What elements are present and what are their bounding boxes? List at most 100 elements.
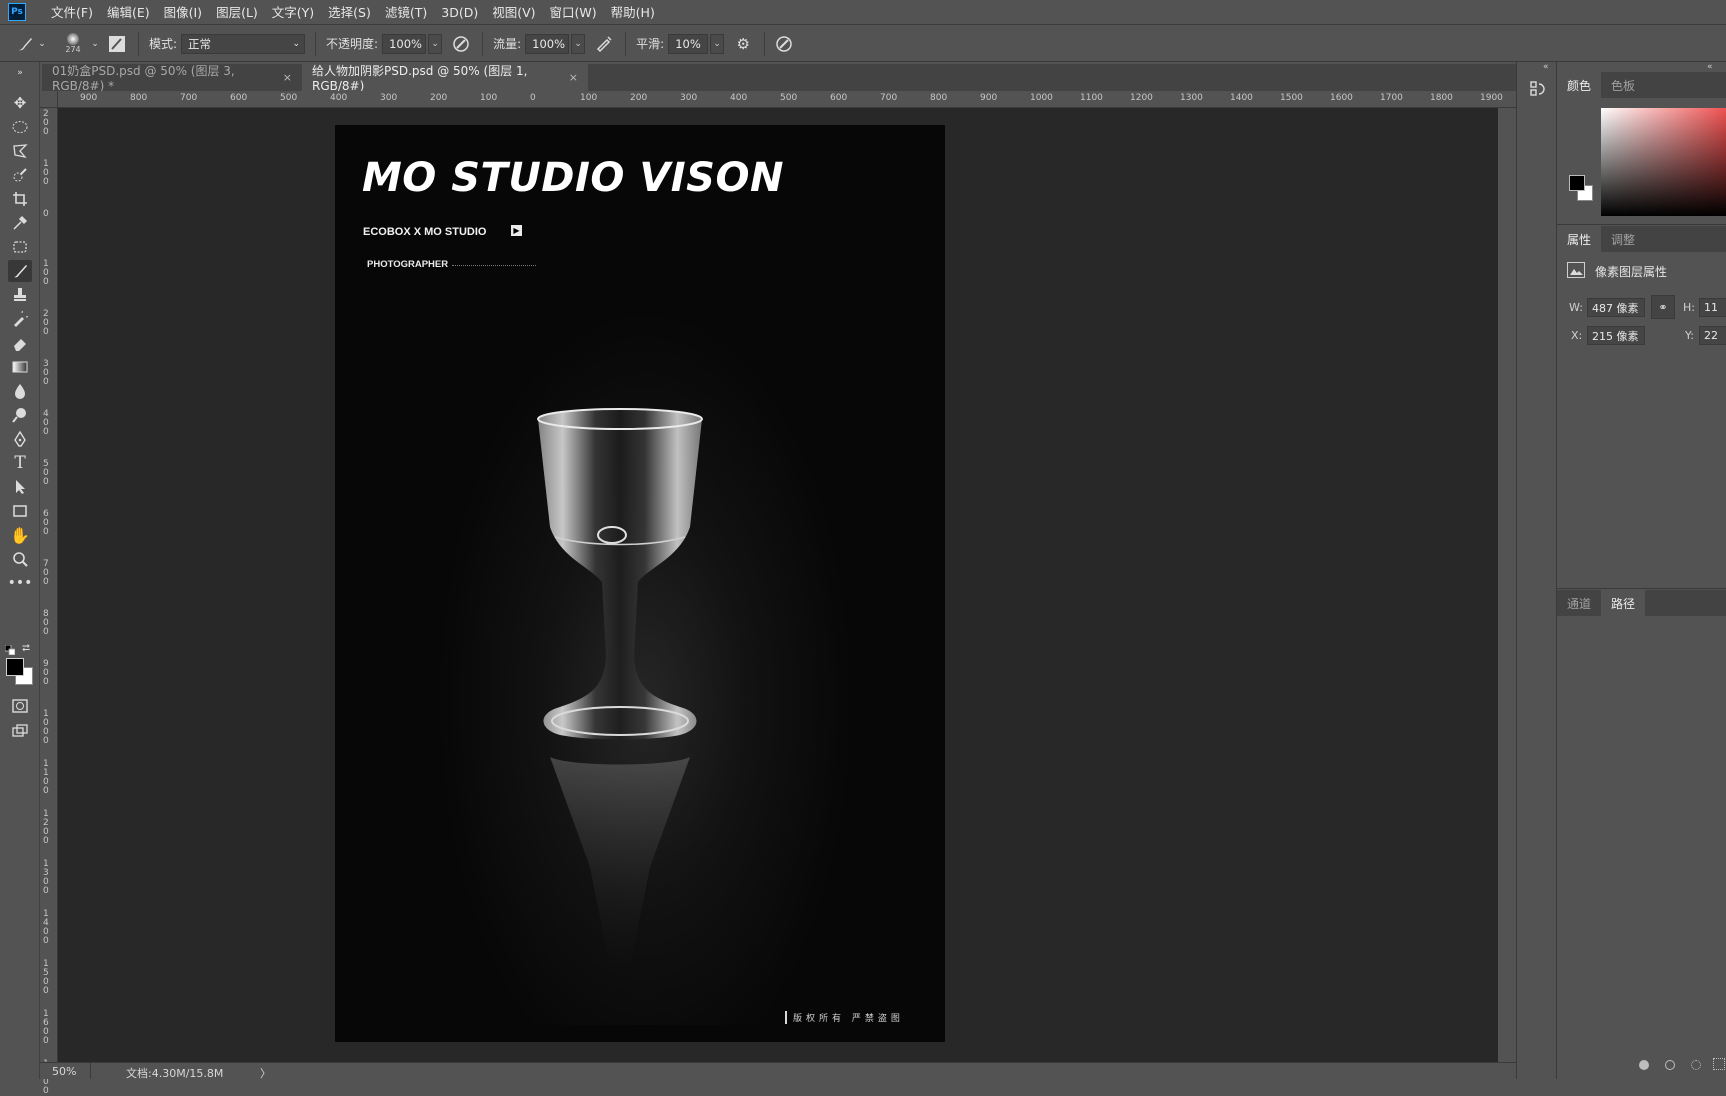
collapse-panels-icon[interactable]: « <box>1543 62 1549 72</box>
x-input[interactable]: 215 像素 <box>1587 326 1645 345</box>
make-work-path-icon[interactable] <box>1713 1058 1725 1070</box>
quick-selection-tool-icon[interactable] <box>8 164 32 186</box>
menu-image[interactable]: 图像(I) <box>157 0 209 25</box>
brush-panel-toggle-icon[interactable] <box>106 33 128 55</box>
tab-paths[interactable]: 路径 <box>1601 590 1646 616</box>
y-input[interactable]: 22 <box>1699 326 1726 345</box>
screen-mode-icon[interactable] <box>8 720 32 742</box>
ruler-tick-label: 1100 <box>1080 93 1103 103</box>
tab-channels[interactable]: 通道 <box>1557 590 1601 616</box>
patch-tool-icon[interactable] <box>8 236 32 258</box>
opacity-label: 不透明度: <box>326 37 379 51</box>
eyedropper-tool-icon[interactable] <box>8 212 32 234</box>
crop-tool-icon[interactable] <box>8 188 32 210</box>
chevron-down-icon[interactable]: ⌄ <box>571 33 586 54</box>
menu-select[interactable]: 选择(S) <box>321 0 378 25</box>
ruler-vertical[interactable]: 200 100 0 100 200 300 400 500 600 700 800 900 1000 11… <box>40 108 58 1096</box>
ruler-tick-label: 1400 <box>43 909 49 946</box>
artwork-copyright[interactable]: 版权所有 严禁盗图 <box>785 1011 904 1024</box>
menu-filter[interactable]: 滤镜(T) <box>378 0 434 25</box>
foreground-color-swatch[interactable] <box>6 658 24 676</box>
tab-color[interactable]: 颜色 <box>1557 72 1602 98</box>
path-selection-tool-icon[interactable] <box>8 476 32 498</box>
ruler-tick-label: 800 <box>930 93 948 103</box>
zoom-level[interactable]: 50% <box>52 1065 76 1078</box>
opacity-input[interactable]: 100% <box>382 33 427 54</box>
pressure-opacity-icon[interactable] <box>450 33 472 55</box>
y-label: Y: <box>1685 329 1694 342</box>
quick-mask-icon[interactable] <box>8 695 32 717</box>
tab-swatches[interactable]: 色板 <box>1601 72 1645 98</box>
elliptical-marquee-tool-icon[interactable] <box>8 116 32 138</box>
eraser-tool-icon[interactable] <box>8 332 32 354</box>
link-icon[interactable]: ⚭ <box>1651 295 1675 319</box>
artwork-subtitle[interactable]: ECOBOX X MO STUDIO <box>363 226 486 238</box>
artwork-title[interactable]: MO STUDIO VISON <box>362 155 784 201</box>
collapse-panels-icon[interactable]: « <box>1707 62 1713 72</box>
collapse-toolbar-icon[interactable]: » <box>8 68 32 78</box>
height-input[interactable]: 11 <box>1699 298 1726 317</box>
tab-properties[interactable]: 属性 <box>1557 226 1602 252</box>
tab-label: 01奶盒PSD.psd @ 50% (图层 3, RGB/8#) * <box>52 64 235 93</box>
tab-add-shadow-document[interactable]: 给人物加阴影PSD.psd @ 50% (图层 1, RGB/8#) × <box>302 64 588 93</box>
pressure-size-icon[interactable] <box>773 33 795 55</box>
default-colors-icon[interactable] <box>4 644 16 656</box>
color-picker-field[interactable] <box>1601 108 1726 216</box>
load-selection-icon[interactable] <box>1691 1060 1701 1070</box>
tab-milk-box-document[interactable]: 01奶盒PSD.psd @ 50% (图层 3, RGB/8#) * × <box>42 64 302 93</box>
document-canvas[interactable]: MO STUDIO VISON ECOBOX X MO STUDIO ▶ PHO… <box>335 125 945 1042</box>
close-icon[interactable]: × <box>569 71 578 84</box>
chevron-down-icon[interactable]: ⌄ <box>36 33 48 55</box>
wine-glass-image <box>537 408 703 977</box>
ruler-origin[interactable] <box>40 91 58 108</box>
menu-layer[interactable]: 图层(L) <box>209 0 265 25</box>
blend-mode-select[interactable]: 正常 ⌄ <box>181 33 306 54</box>
history-brush-tool-icon[interactable] <box>8 308 32 330</box>
smoothing-input[interactable]: 10% <box>668 33 709 54</box>
width-input[interactable]: 487 像素 <box>1587 298 1645 317</box>
chevron-down-icon[interactable]: ⌄ <box>710 33 725 54</box>
brush-tool-icon[interactable] <box>8 260 32 282</box>
menu-3d[interactable]: 3D(D) <box>434 0 485 25</box>
move-tool-icon[interactable]: ✥ <box>8 92 32 114</box>
menu-window[interactable]: 窗口(W) <box>543 0 604 25</box>
fill-path-icon[interactable] <box>1639 1060 1649 1070</box>
pen-tool-icon[interactable] <box>8 428 32 450</box>
gradient-tool-icon[interactable] <box>8 356 32 378</box>
blur-tool-icon[interactable] <box>8 380 32 402</box>
type-tool-icon[interactable]: T <box>8 452 32 474</box>
rectangle-tool-icon[interactable] <box>8 500 32 522</box>
ruler-tick-label: 200 <box>43 109 49 137</box>
history-panel-icon[interactable] <box>1529 80 1547 98</box>
stroke-path-icon[interactable] <box>1665 1060 1675 1070</box>
more-tools-icon[interactable]: ••• <box>8 572 33 594</box>
hand-tool-icon[interactable]: ✋ <box>8 524 32 546</box>
chevron-down-icon[interactable]: ⌄ <box>90 33 100 55</box>
menu-type[interactable]: 文字(Y) <box>265 0 321 25</box>
zoom-tool-icon[interactable] <box>8 548 32 570</box>
gear-icon[interactable]: ⚙ <box>732 33 754 55</box>
brush-tool-preset-icon[interactable] <box>14 33 36 55</box>
polygonal-lasso-tool-icon[interactable] <box>8 140 32 162</box>
menu-file[interactable]: 文件(F) <box>44 0 100 25</box>
tab-adjustments[interactable]: 调整 <box>1601 226 1645 252</box>
ruler-horizontal[interactable]: 900 800 700 600 500 400 300 200 100 0 100 200 300 400… <box>58 91 1516 108</box>
foreground-color-swatch[interactable] <box>1569 175 1585 191</box>
artwork-photographer[interactable]: PHOTOGRAPHER <box>367 259 448 270</box>
clone-stamp-tool-icon[interactable] <box>8 284 32 306</box>
divider <box>764 31 766 56</box>
chevron-down-icon[interactable]: ⌄ <box>428 33 443 54</box>
airbrush-icon[interactable] <box>593 33 615 55</box>
ruler-tick-label: 100 <box>43 259 49 287</box>
menu-edit[interactable]: 编辑(E) <box>100 0 157 25</box>
close-icon[interactable]: × <box>283 71 292 84</box>
swap-colors-icon[interactable]: ⮂ <box>22 643 30 654</box>
flow-input[interactable]: 100% <box>525 33 570 54</box>
ruler-tick-label: 200 <box>630 93 648 103</box>
menu-view[interactable]: 视图(V) <box>485 0 542 25</box>
dodge-tool-icon[interactable] <box>8 404 32 426</box>
menu-help[interactable]: 帮助(H) <box>604 0 662 25</box>
photoshop-logo-icon[interactable]: Ps <box>8 3 26 21</box>
ruler-tick-label: 500 <box>43 459 49 487</box>
brush-size-picker[interactable]: 274 <box>60 29 86 59</box>
